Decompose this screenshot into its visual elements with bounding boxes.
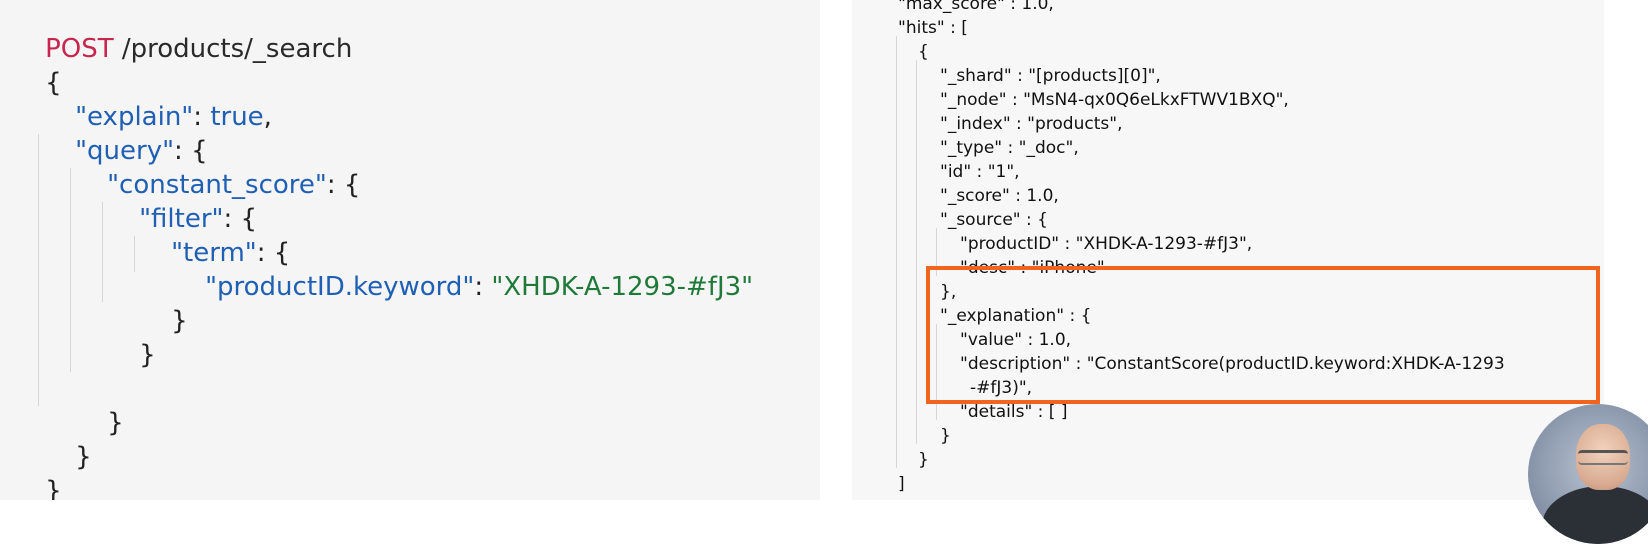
response-viewer[interactable]: "max_score" : 1.0, "hits" : [ { "_shard"… xyxy=(852,0,1604,500)
indent-guide xyxy=(896,36,897,468)
code-line: "term": { xyxy=(171,238,291,268)
code-line: { xyxy=(45,68,62,98)
shard-line: "_shard" : "[products][0]", xyxy=(940,66,1161,86)
code-line: } xyxy=(139,340,156,370)
productid-line: "productID" : "XHDK-A-1293-#fJ3", xyxy=(960,234,1253,254)
indent-guide xyxy=(102,202,103,302)
request-editor[interactable]: POST /products/_search { "explain": true… xyxy=(0,0,820,500)
indent-guide xyxy=(134,236,135,272)
node-line: "_node" : "MsN4-qx0Q6eLkxFTWV1BXQ", xyxy=(940,90,1289,110)
presenter-shoulders xyxy=(1542,486,1648,544)
indent-guide xyxy=(38,134,39,406)
request-line: POST /products/_search xyxy=(12,0,352,64)
type-line: "_type" : "_doc", xyxy=(940,138,1079,158)
hit-close-line: } xyxy=(918,450,929,470)
code-line: "productID.keyword": "XHDK-A-1293-#fJ3" xyxy=(205,272,754,302)
explanation-close-line: } xyxy=(940,426,951,446)
id-line: "id" : "1", xyxy=(940,162,1020,182)
hits-close-line: ] xyxy=(898,474,905,494)
indent-guide xyxy=(916,60,917,444)
endpoint-path: /products/_search xyxy=(113,34,353,64)
code-line: "filter": { xyxy=(139,204,258,234)
glasses-icon xyxy=(1578,450,1628,465)
score-line: "_score" : 1.0, xyxy=(940,186,1059,206)
code-line: "constant_score": { xyxy=(107,170,361,200)
code-line: } xyxy=(171,306,188,336)
max-score-line: "max_score" : 1.0, xyxy=(898,0,1054,14)
code-line: "explain": true, xyxy=(75,102,272,132)
code-line: } xyxy=(45,476,62,500)
indent-guide xyxy=(70,168,71,372)
index-line: "_index" : "products", xyxy=(940,114,1123,134)
highlight-box xyxy=(926,266,1600,404)
code-line: } xyxy=(75,442,92,472)
code-line: } xyxy=(107,408,124,438)
source-open-line: "_source" : { xyxy=(940,210,1048,230)
hit-open: { xyxy=(918,42,929,62)
code-line: "query": { xyxy=(75,136,208,166)
hits-line: "hits" : [ xyxy=(898,18,968,38)
